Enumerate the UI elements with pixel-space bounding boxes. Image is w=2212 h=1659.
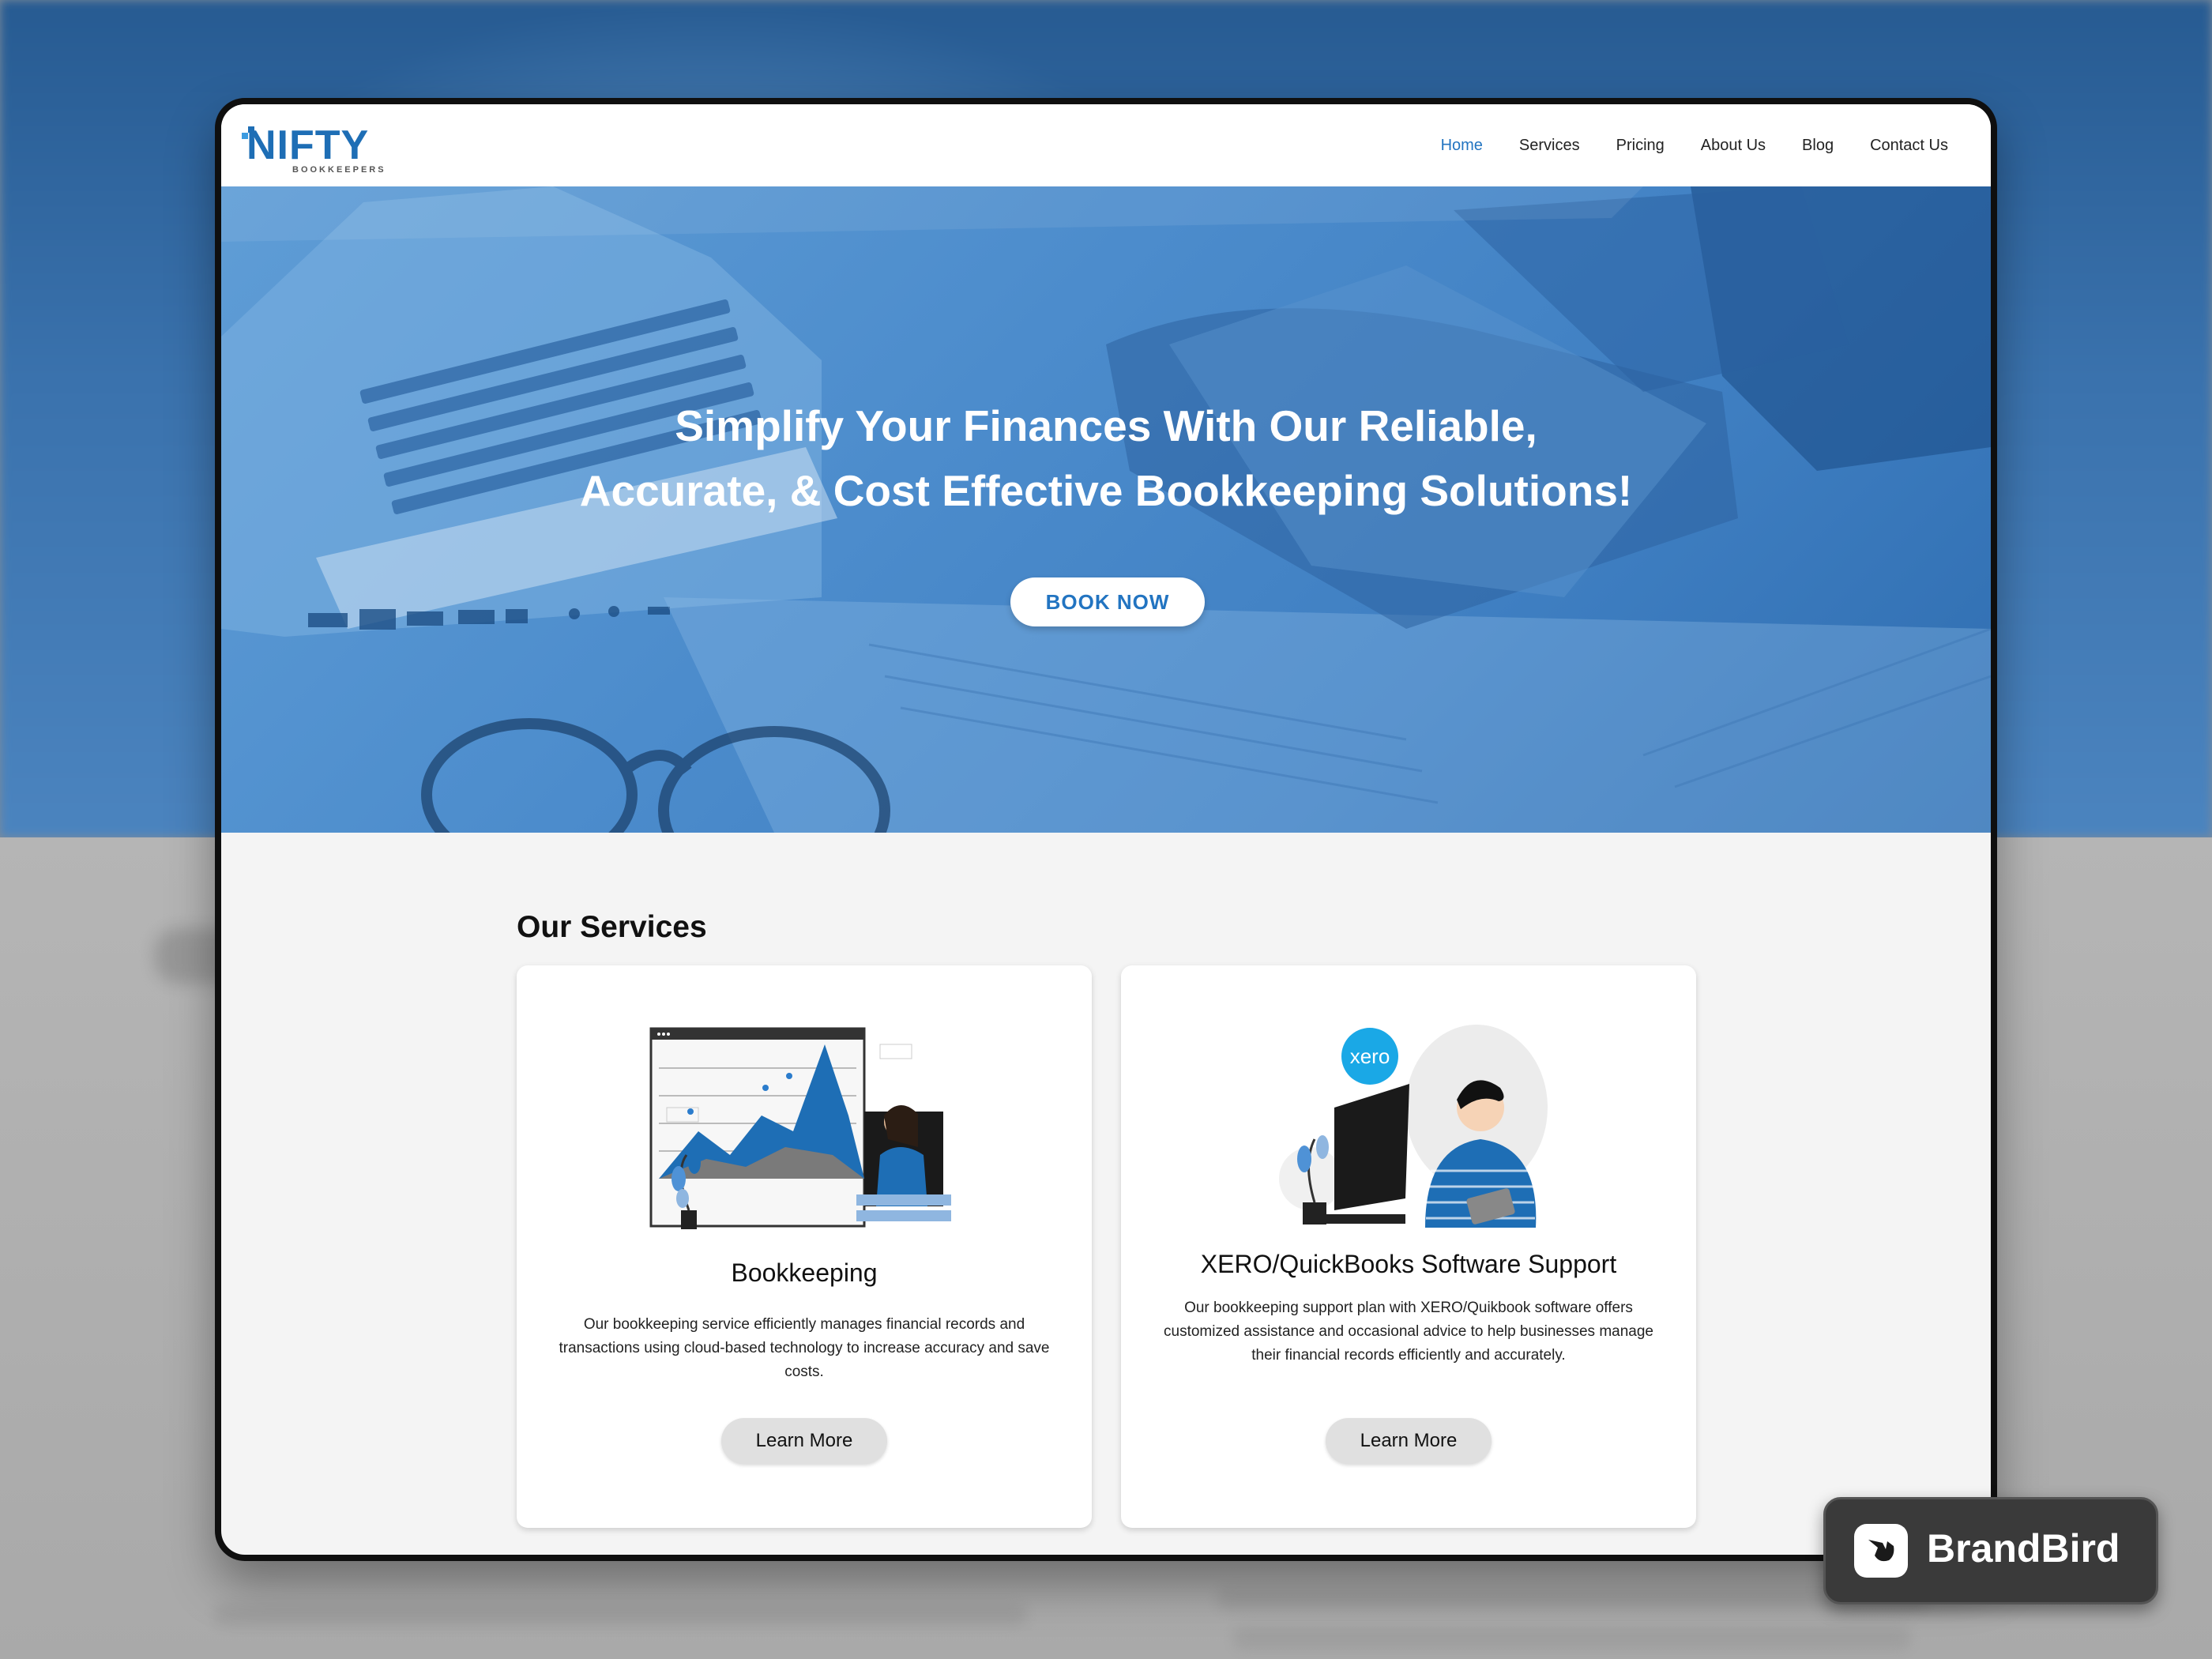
xero-logo-text: xero [1350, 1044, 1390, 1068]
hero-banner: Simplify Your Finances With Our Reliable… [221, 186, 1991, 833]
learn-more-button[interactable]: Learn More [721, 1418, 887, 1464]
service-card-bookkeeping: Bookkeeping Our bookkeeping service effi… [517, 965, 1092, 1528]
background-blur-shape [1217, 1588, 1928, 1610]
background-blur-shape [1232, 1627, 1912, 1650]
brandbird-label: BrandBird [1927, 1526, 2120, 1571]
service-description: Our bookkeeping service efficiently mana… [559, 1316, 1050, 1380]
background-blur-shape [213, 1604, 1027, 1626]
device-frame: NIFTY BOOKKEEPERS Home Services Pricing … [215, 98, 1997, 1561]
xero-user-illustration: xero [1279, 1025, 1548, 1228]
hero-title-line: Simplify Your Finances With Our Reliable… [675, 401, 1537, 450]
nav-about-us[interactable]: About Us [1701, 137, 1766, 155]
hero-title: Simplify Your Finances With Our Reliable… [221, 393, 1991, 523]
book-now-button[interactable]: BOOK NOW [1010, 577, 1205, 626]
nav-services[interactable]: Services [1519, 137, 1580, 155]
nav-blog[interactable]: Blog [1802, 137, 1834, 155]
website-screen: NIFTY BOOKKEEPERS Home Services Pricing … [221, 104, 1991, 1555]
brandbird-badge: BrandBird [1823, 1497, 2158, 1604]
service-title: XERO/QuickBooks Software Support [1200, 1250, 1617, 1278]
service-description: Our bookkeeping support plan with XERO/Q… [1164, 1300, 1653, 1364]
service-title: Bookkeeping [731, 1258, 878, 1287]
chart-analyst-illustration [649, 1027, 951, 1229]
nav-contact-us[interactable]: Contact Us [1870, 137, 1948, 155]
hero-title-line: Accurate, & Cost Effective Bookkeeping S… [579, 466, 1633, 515]
site-header: NIFTY BOOKKEEPERS Home Services Pricing … [221, 104, 1991, 186]
logo-wordmark: NIFTY [246, 122, 370, 168]
brandbird-logo-icon [1854, 1524, 1908, 1578]
site-logo[interactable]: NIFTY BOOKKEEPERS [239, 122, 389, 175]
logo-tagline: BOOKKEEPERS [292, 165, 386, 175]
nav-pricing[interactable]: Pricing [1616, 137, 1665, 155]
learn-more-button[interactable]: Learn More [1326, 1418, 1492, 1464]
nav-home[interactable]: Home [1441, 137, 1483, 155]
main-nav: Home Services Pricing About Us Blog Cont… [1405, 104, 1948, 186]
service-card-xero-quickbooks: xero XERO/QuickBooks Software Support Ou… [1121, 965, 1696, 1528]
services-heading: Our Services [517, 910, 707, 944]
